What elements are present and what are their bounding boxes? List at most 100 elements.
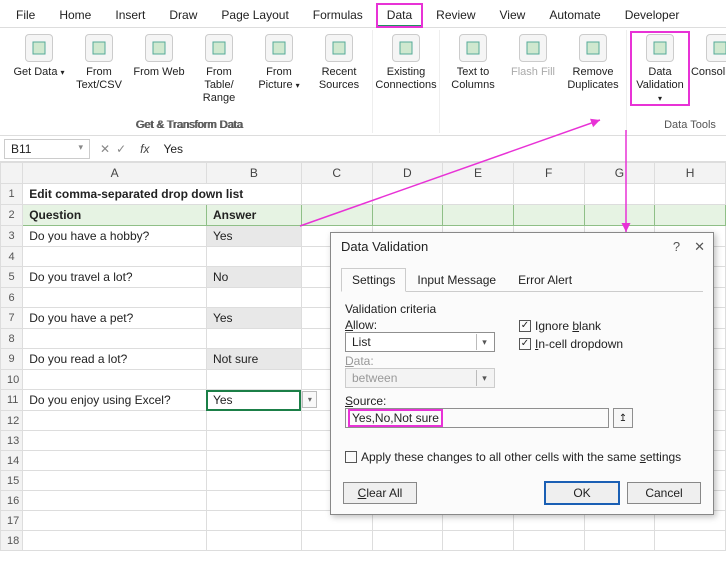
column-header-G[interactable]: G	[584, 163, 655, 184]
dialog-tab-settings[interactable]: Settings	[341, 268, 406, 292]
select-all-corner[interactable]	[1, 163, 23, 184]
data-validation-button[interactable]: Data Validation ▾	[631, 32, 689, 105]
tab-data[interactable]: Data	[377, 4, 422, 27]
row-header-4[interactable]: 4	[1, 247, 23, 267]
column-header-B[interactable]: B	[206, 163, 301, 184]
cell-B5[interactable]: No	[206, 267, 301, 288]
cell-A9[interactable]: Do you read a lot?	[23, 349, 207, 370]
cell-A17[interactable]	[23, 511, 207, 531]
allow-select[interactable]: List ▾	[345, 332, 495, 352]
row-header-12[interactable]: 12	[1, 411, 23, 431]
cell-B11[interactable]: Yes	[206, 390, 301, 411]
cell-D2[interactable]	[372, 205, 443, 226]
tab-home[interactable]: Home	[49, 4, 101, 27]
cell-D18[interactable]	[372, 531, 443, 551]
consolidate-button[interactable]: Consolidate	[691, 32, 726, 105]
dialog-tab-error-alert[interactable]: Error Alert	[507, 268, 583, 292]
row-header-6[interactable]: 6	[1, 288, 23, 308]
cell-F2[interactable]	[513, 205, 584, 226]
tab-page-layout[interactable]: Page Layout	[211, 4, 298, 27]
column-header-H[interactable]: H	[655, 163, 726, 184]
cell-B16[interactable]	[206, 491, 301, 511]
cancel-formula-icon[interactable]: ✕	[100, 142, 110, 156]
from-text-csv-button[interactable]: From Text/CSV	[70, 32, 128, 105]
row-header-11[interactable]: 11	[1, 390, 23, 411]
text-to-columns-button[interactable]: Text to Columns	[444, 32, 502, 92]
apply-to-all-checkbox[interactable]: Apply these changes to all other cells w…	[345, 450, 699, 464]
row-header-10[interactable]: 10	[1, 370, 23, 390]
row-header-18[interactable]: 18	[1, 531, 23, 551]
close-icon[interactable]: ✕	[694, 239, 705, 255]
tab-formulas[interactable]: Formulas	[303, 4, 373, 27]
column-header-A[interactable]: A	[23, 163, 207, 184]
ok-button[interactable]: OK	[545, 482, 619, 504]
cell-A16[interactable]	[23, 491, 207, 511]
tab-review[interactable]: Review	[426, 4, 485, 27]
cell-B15[interactable]	[206, 471, 301, 491]
range-picker-icon[interactable]: ↥	[613, 408, 633, 428]
from-picture-button[interactable]: From Picture ▾	[250, 32, 308, 105]
cell-G18[interactable]	[584, 531, 655, 551]
cell-E2[interactable]	[443, 205, 514, 226]
cell-F1[interactable]	[513, 184, 584, 205]
cell-A10[interactable]	[23, 370, 207, 390]
tab-view[interactable]: View	[490, 4, 536, 27]
cell-A4[interactable]	[23, 247, 207, 267]
incell-dropdown-checkbox[interactable]: ✓ In-cell dropdown	[519, 337, 623, 351]
cell-H18[interactable]	[655, 531, 726, 551]
column-header-E[interactable]: E	[443, 163, 514, 184]
cell-A13[interactable]	[23, 431, 207, 451]
row-header-9[interactable]: 9	[1, 349, 23, 370]
cancel-button[interactable]: Cancel	[627, 482, 701, 504]
cell-A1[interactable]: Edit comma-separated drop down list	[23, 184, 302, 205]
cell-E1[interactable]	[443, 184, 514, 205]
cell-B14[interactable]	[206, 451, 301, 471]
cell-A3[interactable]: Do you have a hobby?	[23, 226, 207, 247]
from-table-range-button[interactable]: From Table/ Range	[190, 32, 248, 105]
row-header-5[interactable]: 5	[1, 267, 23, 288]
cell-C18[interactable]	[301, 531, 372, 551]
cell-B4[interactable]	[206, 247, 301, 267]
get-data-button[interactable]: Get Data ▾	[10, 32, 68, 105]
row-header-17[interactable]: 17	[1, 511, 23, 531]
row-header-7[interactable]: 7	[1, 308, 23, 329]
row-header-1[interactable]: 1	[1, 184, 23, 205]
cell-E18[interactable]	[443, 531, 514, 551]
recent-sources-button[interactable]: Recent Sources	[310, 32, 368, 105]
cell-F18[interactable]	[513, 531, 584, 551]
row-header-2[interactable]: 2	[1, 205, 23, 226]
cell-C1[interactable]	[301, 184, 372, 205]
fx-icon[interactable]: fx	[132, 142, 157, 156]
cell-B7[interactable]: Yes	[206, 308, 301, 329]
cell-G1[interactable]	[584, 184, 655, 205]
column-header-D[interactable]: D	[372, 163, 443, 184]
row-header-8[interactable]: 8	[1, 329, 23, 349]
from-web-button[interactable]: From Web	[130, 32, 188, 105]
clear-all-button[interactable]: Clear All	[343, 482, 417, 504]
accept-formula-icon[interactable]: ✓	[116, 142, 126, 156]
ignore-blank-checkbox[interactable]: ✓ Ignore blank	[519, 319, 623, 333]
dialog-tab-input-message[interactable]: Input Message	[406, 268, 507, 292]
name-box[interactable]: B11 ▾	[4, 139, 90, 159]
row-header-16[interactable]: 16	[1, 491, 23, 511]
row-header-13[interactable]: 13	[1, 431, 23, 451]
cell-B18[interactable]	[206, 531, 301, 551]
cell-B9[interactable]: Not sure	[206, 349, 301, 370]
cell-G2[interactable]	[584, 205, 655, 226]
cell-A12[interactable]	[23, 411, 207, 431]
cell-B3[interactable]: Yes	[206, 226, 301, 247]
cell-dropdown-handle[interactable]: ▾	[302, 391, 317, 408]
cell-H1[interactable]	[655, 184, 726, 205]
column-header-C[interactable]: C	[301, 163, 372, 184]
cell-A2[interactable]: Question	[23, 205, 207, 226]
cell-A7[interactable]: Do you have a pet?	[23, 308, 207, 329]
cell-B6[interactable]	[206, 288, 301, 308]
cell-A11[interactable]: Do you enjoy using Excel?	[23, 390, 207, 411]
cell-B2[interactable]: Answer	[206, 205, 301, 226]
cell-B8[interactable]	[206, 329, 301, 349]
cell-A5[interactable]: Do you travel a lot?	[23, 267, 207, 288]
help-icon[interactable]: ?	[673, 239, 680, 255]
cell-A8[interactable]	[23, 329, 207, 349]
tab-draw[interactable]: Draw	[159, 4, 207, 27]
remove-duplicates-button[interactable]: Remove Duplicates	[564, 32, 622, 92]
